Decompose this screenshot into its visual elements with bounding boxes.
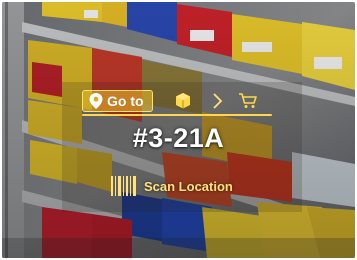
camera-view: Go to #3-21A Scan Location	[2, 2, 355, 258]
scan-location-button[interactable]: Scan Location	[110, 174, 233, 198]
location-code: #3-21A	[132, 123, 225, 153]
package-box-icon[interactable]	[174, 92, 192, 110]
shopping-cart-icon[interactable]	[238, 92, 258, 110]
go-to-label: Go to	[107, 93, 144, 109]
ar-overlay: Go to #3-21A Scan Location	[2, 2, 355, 258]
barcode-icon	[111, 176, 136, 196]
scan-location-label: Scan Location	[144, 178, 233, 194]
ar-navigation-bar: Go to	[82, 88, 272, 116]
chevron-right-icon	[213, 93, 223, 109]
location-pin-icon	[89, 93, 103, 109]
nav-underline	[82, 114, 272, 116]
go-to-button[interactable]: Go to	[82, 90, 153, 112]
